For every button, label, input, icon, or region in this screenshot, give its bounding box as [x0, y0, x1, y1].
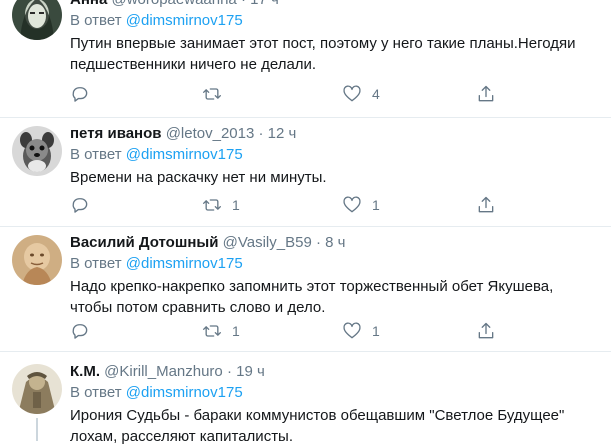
reply-icon: [72, 198, 88, 213]
tweet-text: Надо крепко-накрепко запомнить этот торж…: [70, 278, 554, 316]
tweet-header: К.М. @Kirill_Manzhuro · 19 ч: [70, 362, 593, 382]
tweet-text: Путин впервые занимает этот пост, поэтом…: [70, 35, 576, 73]
reply-button[interactable]: [70, 320, 90, 342]
reply-prefix: В ответ: [70, 146, 122, 163]
reply-prefix: В ответ: [70, 384, 122, 401]
author-handle[interactable]: @woropaewaanna: [111, 0, 236, 8]
share-button[interactable]: [476, 83, 496, 105]
author-name[interactable]: петя иванов: [70, 125, 162, 142]
retweet-button[interactable]: 1: [202, 320, 240, 342]
reply-context: В ответ @dimsmirnov175: [70, 11, 593, 31]
tweet-1[interactable]: Анна @woropaewaanna · 17 ч В ответ @dims…: [0, 0, 611, 110]
reply-context: В ответ @dimsmirnov175: [70, 383, 593, 403]
separator-dot: ·: [258, 125, 264, 142]
retweet-count: 1: [232, 323, 240, 339]
share-button[interactable]: [476, 194, 496, 216]
retweet-icon: [203, 325, 221, 337]
reply-mention[interactable]: @dimsmirnov175: [126, 146, 243, 163]
like-icon: [343, 322, 361, 339]
reply-button[interactable]: [70, 83, 90, 105]
retweet-button[interactable]: 1: [202, 194, 240, 216]
reply-mention[interactable]: @dimsmirnov175: [126, 12, 243, 29]
like-icon: [343, 85, 361, 102]
separator-dot: ·: [226, 363, 232, 380]
retweet-count: 1: [232, 197, 240, 213]
tweet-time[interactable]: 8 ч: [325, 234, 345, 251]
reply-context: В ответ @dimsmirnov175: [70, 145, 593, 165]
tweet-time[interactable]: 12 ч: [268, 125, 297, 142]
separator-dot: ·: [241, 0, 246, 8]
avatar[interactable]: [12, 364, 62, 414]
tweet-3[interactable]: Василий Дотошный @Vasily_B59 · 8 ч В отв…: [0, 227, 611, 352]
author-name[interactable]: К.М.: [70, 363, 100, 380]
like-button[interactable]: 1: [342, 194, 380, 216]
tweet-2[interactable]: петя иванов @letov_2013 · 12 ч В ответ @…: [0, 118, 611, 228]
tweet-text: Времени на раскачку нет ни минуты.: [70, 169, 327, 186]
avatar[interactable]: [12, 235, 62, 285]
reply-icon: [72, 87, 88, 102]
avatar[interactable]: [12, 126, 62, 176]
tweet-header: петя иванов @letov_2013 · 12 ч: [70, 124, 593, 144]
retweet-icon: [203, 199, 221, 211]
author-name[interactable]: Анна: [70, 0, 107, 8]
tweet-time[interactable]: 19 ч: [236, 363, 265, 380]
tweet-header: Анна @woropaewaanna · 17 ч: [70, 0, 593, 10]
retweet-button[interactable]: [202, 83, 232, 105]
tweet-actions: 1 1: [70, 320, 510, 342]
author-handle[interactable]: @Vasily_B59: [223, 234, 312, 251]
like-button[interactable]: 1: [342, 320, 380, 342]
tweet-header: Василий Дотошный @Vasily_B59 · 8 ч: [70, 233, 593, 253]
share-button[interactable]: [476, 320, 496, 342]
like-count: 1: [372, 197, 380, 213]
reply-mention[interactable]: @dimsmirnov175: [126, 255, 243, 272]
reply-prefix: В ответ: [70, 12, 122, 29]
share-icon: [478, 196, 494, 213]
author-handle[interactable]: @letov_2013: [166, 125, 255, 142]
retweet-icon: [203, 88, 221, 100]
author-handle[interactable]: @Kirill_Manzhuro: [104, 363, 223, 380]
tweet-actions: 1 1: [70, 194, 510, 216]
tweet-time[interactable]: 17 ч: [250, 0, 279, 8]
share-icon: [478, 85, 494, 102]
like-count: 4: [372, 86, 380, 102]
tweet-actions: 4: [70, 83, 510, 105]
tweet-4[interactable]: К.М. @Kirill_Manzhuro · 19 ч В ответ @di…: [0, 352, 611, 445]
separator-dot: ·: [315, 234, 321, 251]
reply-button[interactable]: [70, 194, 90, 216]
like-button[interactable]: 4: [342, 83, 380, 105]
reply-icon: [72, 324, 88, 339]
avatar[interactable]: [12, 0, 62, 40]
like-icon: [343, 196, 361, 213]
like-count: 1: [372, 323, 380, 339]
share-icon: [478, 322, 494, 339]
thread-line: [36, 418, 38, 441]
reply-prefix: В ответ: [70, 255, 122, 272]
author-name[interactable]: Василий Дотошный: [70, 234, 218, 251]
reply-mention[interactable]: @dimsmirnov175: [126, 384, 243, 401]
reply-context: В ответ @dimsmirnov175: [70, 254, 593, 274]
